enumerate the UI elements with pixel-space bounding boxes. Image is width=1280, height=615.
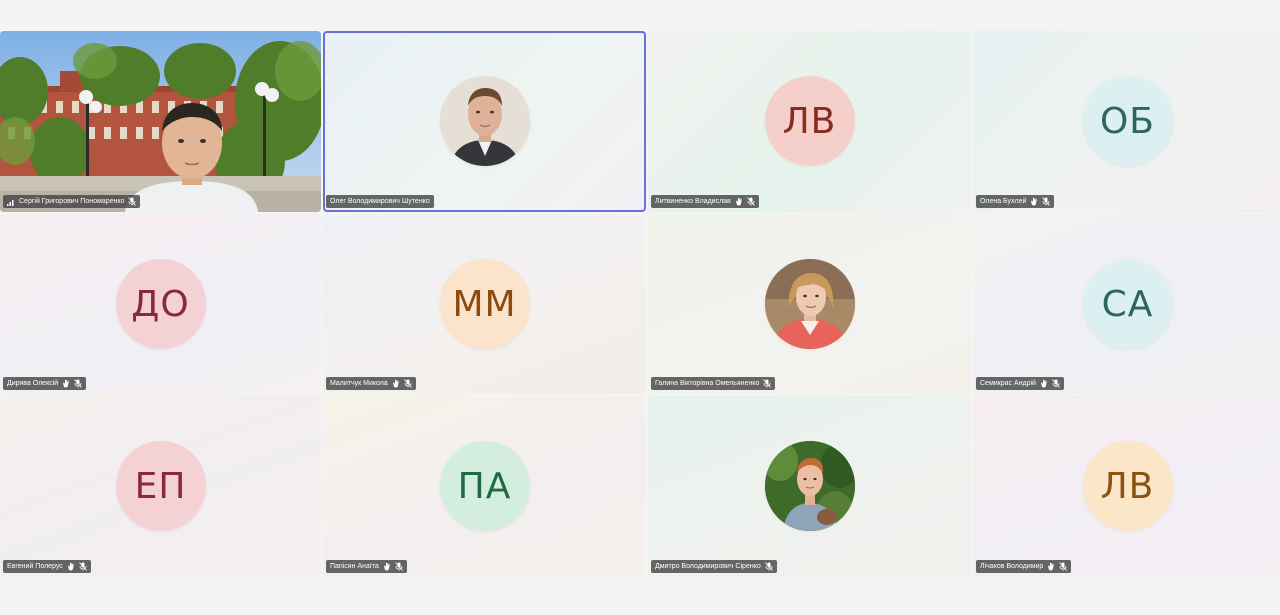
mic-off-icon bbox=[763, 379, 772, 388]
mic-off-icon bbox=[1052, 379, 1060, 388]
participant-initials-avatar: ОБ bbox=[1082, 76, 1173, 166]
participant-name-tag: Евгений Полерус bbox=[3, 560, 91, 573]
participant-tile[interactable]: ДО Дирява Олексій bbox=[0, 214, 321, 394]
participant-initials-avatar: ЕП bbox=[115, 441, 206, 531]
mic-off-icon bbox=[1059, 562, 1068, 571]
mic-off-icon bbox=[394, 562, 403, 571]
participant-tile[interactable]: СА Семикрас Андрій bbox=[973, 214, 1280, 394]
participant-tile[interactable]: ЛВ Лічаков Володимир bbox=[973, 396, 1280, 577]
participant-tile[interactable]: ПА Папісян Анаїта bbox=[323, 396, 646, 577]
participant-name: Литвиненко Владислав bbox=[655, 198, 731, 205]
participant-name-tag: Малитчук Микола bbox=[326, 377, 416, 390]
raised-hand-icon bbox=[62, 379, 70, 388]
participant-name-tag: Лічаков Володимир bbox=[976, 560, 1072, 573]
participant-tile[interactable]: ММ Малитчук Микола bbox=[323, 214, 646, 394]
participant-name-tag: Дмитро Володимирович Сіренко bbox=[651, 560, 777, 573]
video-feed bbox=[0, 31, 321, 212]
participant-initials-avatar: СА bbox=[1082, 259, 1173, 349]
participant-name-tag: Литвиненко Владислав bbox=[651, 195, 759, 208]
participant-tile[interactable]: ЕП Евгений Полерус bbox=[0, 396, 321, 577]
participant-name-tag: Папісян Анаїта bbox=[326, 560, 407, 573]
participant-tile[interactable]: Олег Володимирович Шутенко bbox=[323, 31, 646, 212]
signal-icon bbox=[7, 197, 15, 206]
participant-name-tag: Дирява Олексій bbox=[3, 377, 87, 390]
participant-photo-avatar bbox=[439, 76, 530, 166]
participant-name-tag: Галина Вікторівна Омельяненко bbox=[651, 377, 776, 390]
meeting-stage: Сергій Григорович Пономаренко Олег Волод… bbox=[0, 0, 1280, 615]
participant-tile[interactable]: Дмитро Володимирович Сіренко bbox=[648, 396, 971, 577]
raised-hand-icon bbox=[383, 562, 391, 571]
raised-hand-icon bbox=[1040, 379, 1048, 388]
participant-initials-avatar: ДО bbox=[115, 259, 206, 349]
participant-initials-avatar: ЛВ bbox=[764, 76, 855, 166]
participant-tile[interactable]: ОБ Олена Бухлей bbox=[973, 31, 1280, 212]
participant-name: Папісян Анаїта bbox=[330, 563, 379, 570]
participant-photo-avatar bbox=[764, 259, 855, 349]
raised-hand-icon bbox=[67, 562, 75, 571]
mic-off-icon bbox=[128, 197, 137, 206]
participant-initials-avatar: ММ bbox=[439, 259, 530, 349]
participant-tile[interactable]: ЛВ Литвиненко Владислав bbox=[648, 31, 971, 212]
participant-name: Сергій Григорович Пономаренко bbox=[19, 198, 125, 205]
participant-name-tag: Семикрас Андрій bbox=[976, 377, 1064, 390]
participant-initials-avatar: ПА bbox=[439, 441, 530, 531]
participant-name: Малитчук Микола bbox=[330, 380, 388, 387]
participant-name: Дирява Олексій bbox=[7, 380, 59, 387]
participant-name: Лічаков Володимир bbox=[980, 563, 1044, 570]
mic-off-icon bbox=[78, 562, 87, 571]
mic-off-icon bbox=[403, 379, 412, 388]
mic-off-icon bbox=[746, 197, 755, 206]
raised-hand-icon bbox=[1030, 197, 1038, 206]
raised-hand-icon bbox=[392, 379, 400, 388]
participant-name-tag: Сергій Григорович Пономаренко bbox=[3, 195, 141, 208]
participant-photo-avatar bbox=[764, 441, 855, 531]
participant-name: Олена Бухлей bbox=[980, 198, 1027, 205]
participant-name: Дмитро Володимирович Сіренко bbox=[655, 563, 761, 570]
participant-initials-avatar: ЛВ bbox=[1082, 441, 1173, 531]
participant-tile-video[interactable]: Сергій Григорович Пономаренко bbox=[0, 31, 321, 212]
mic-off-icon bbox=[74, 379, 83, 388]
participant-name-tag: Олег Володимирович Шутенко bbox=[326, 195, 434, 208]
participant-name: Евгений Полерус bbox=[7, 563, 63, 570]
participant-name: Семикрас Андрій bbox=[980, 380, 1036, 387]
mic-off-icon bbox=[1042, 197, 1051, 206]
raised-hand-icon bbox=[1047, 562, 1055, 571]
mic-off-icon bbox=[764, 562, 773, 571]
participant-name: Олег Володимирович Шутенко bbox=[330, 198, 430, 205]
participant-name: Галина Вікторівна Омельяненко bbox=[655, 380, 760, 387]
participant-name-tag: Олена Бухлей bbox=[976, 195, 1055, 208]
participant-tile[interactable]: Галина Вікторівна Омельяненко bbox=[648, 214, 971, 394]
raised-hand-icon bbox=[735, 197, 743, 206]
participant-grid: Сергій Григорович Пономаренко Олег Волод… bbox=[0, 31, 1280, 577]
